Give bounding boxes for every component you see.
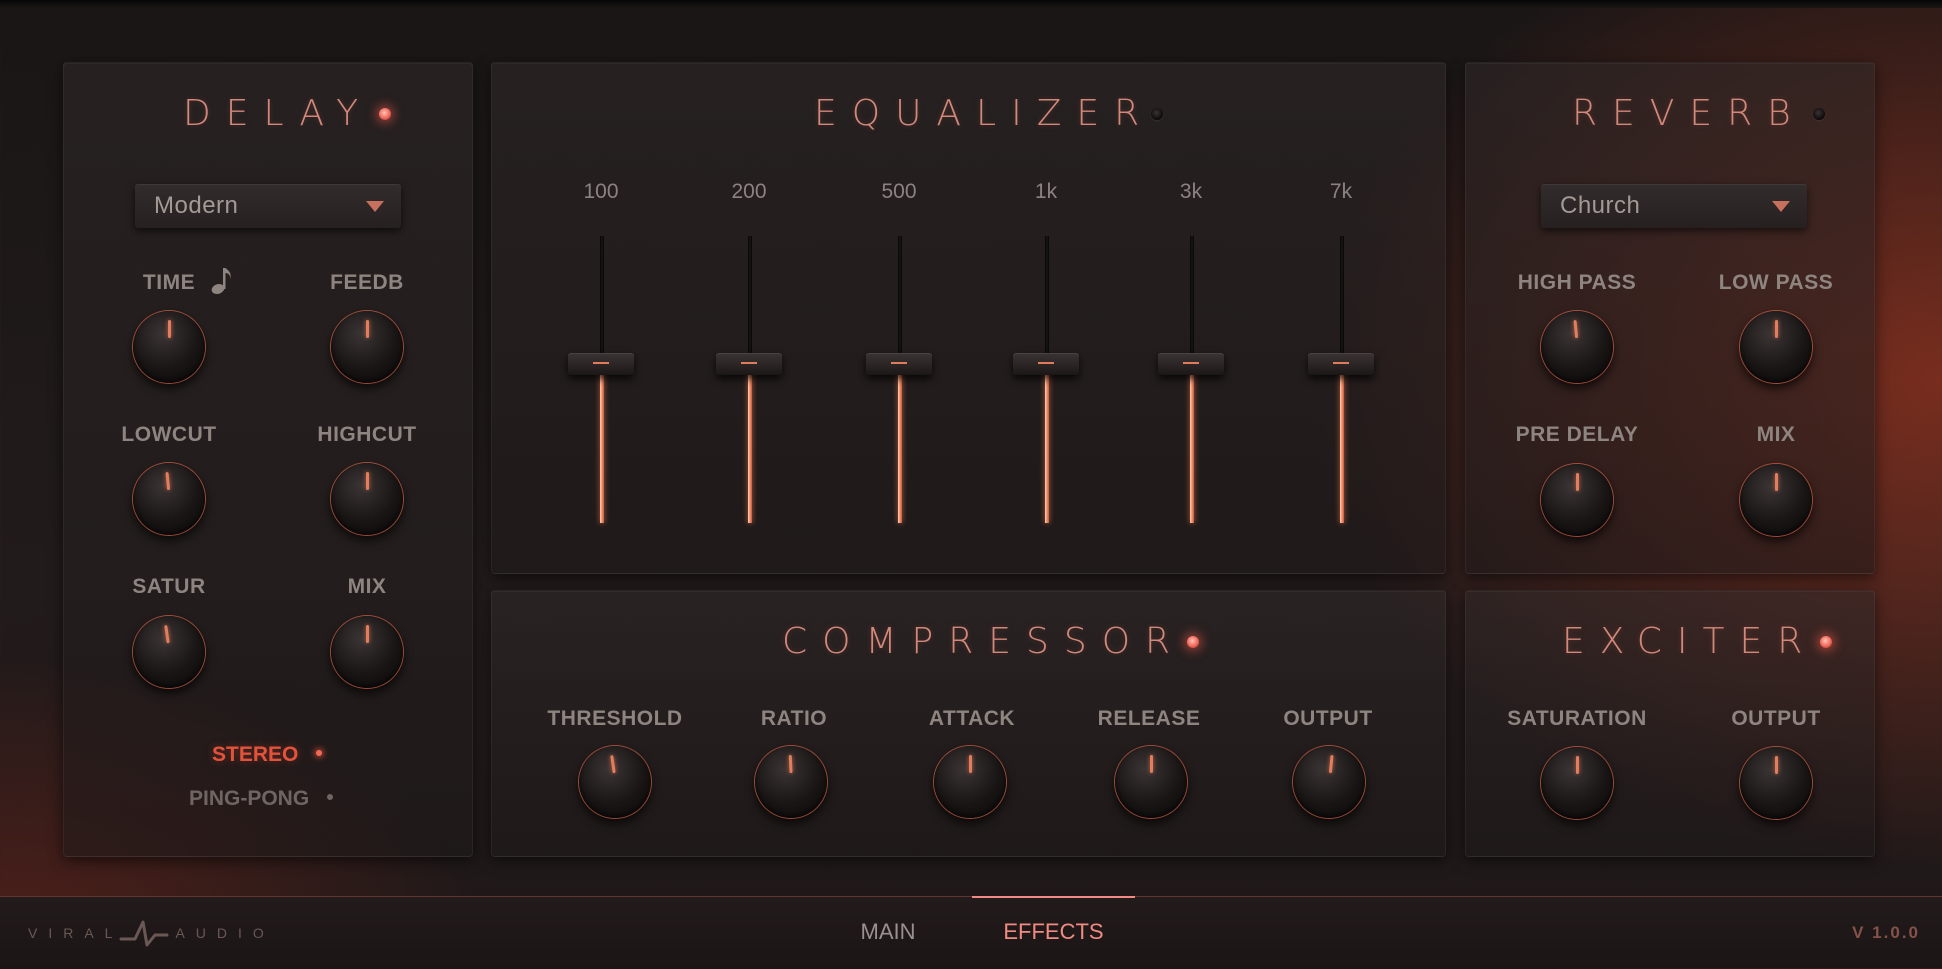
eq-fader-3k[interactable]	[1152, 231, 1232, 531]
eq-band-label: 100	[583, 180, 619, 203]
fader-handle[interactable]	[716, 353, 782, 375]
exciter-output-knob[interactable]	[1740, 747, 1812, 819]
compressor-release-knob[interactable]	[1115, 746, 1187, 818]
compressor-release-label: RELEASE	[1097, 707, 1201, 730]
compressor-panel: COMPRESSOR THRESHOLD RATIO ATTACK RELEAS…	[491, 590, 1446, 857]
reverb-panel: REVERB Church HIGH PASS LOW PASS PRE DEL…	[1465, 62, 1875, 574]
delay-mix-knob[interactable]	[331, 616, 403, 688]
brand-logo: VIRAL AUDIO	[28, 918, 275, 948]
compressor-title: COMPRESSOR	[782, 621, 1186, 662]
exciter-power-led[interactable]	[1820, 636, 1832, 648]
delay-highcut-knob[interactable]	[331, 463, 403, 535]
compressor-threshold-knob[interactable]	[579, 746, 651, 818]
logo-text-right: AUDIO	[175, 925, 275, 941]
reverb-predelay-label: PRE DELAY	[1515, 423, 1639, 446]
eq-band-label: 1k	[1034, 180, 1058, 203]
tab-effects-label: EFFECTS	[1003, 919, 1104, 944]
eq-fader-200[interactable]	[710, 231, 790, 531]
delay-time-knob[interactable]	[133, 311, 205, 383]
delay-feedb-label: FEEDB	[330, 271, 404, 294]
waveform-logo-icon	[119, 920, 169, 947]
stereo-label: STEREO	[212, 743, 299, 766]
fader-handle[interactable]	[1158, 353, 1224, 375]
eq-band-label: 7k	[1329, 180, 1353, 203]
compressor-power-led[interactable]	[1187, 636, 1199, 648]
triangle-down-icon	[1772, 201, 1790, 212]
music-note-icon[interactable]	[210, 265, 234, 295]
reverb-power-led[interactable]	[1813, 108, 1825, 120]
eq-fader-7k[interactable]	[1302, 231, 1382, 531]
exciter-panel: EXCITER SATURATION OUTPUT	[1465, 590, 1875, 857]
eq-band-label: 500	[881, 180, 917, 203]
delay-lowcut-knob[interactable]	[133, 463, 205, 535]
delay-panel: DELAY Modern TIME FEEDB LOWCUT HIGHCUT S…	[63, 62, 473, 857]
delay-highcut-label: HIGHCUT	[317, 423, 417, 446]
tab-effects[interactable]: EFFECTS	[972, 896, 1135, 969]
reverb-lowpass-knob[interactable]	[1740, 311, 1812, 383]
reverb-highpass-label: HIGH PASS	[1517, 271, 1637, 294]
reverb-preset-value: Church	[1560, 192, 1641, 219]
pingpong-mode-toggle[interactable]: PING-PONG	[189, 787, 334, 811]
pingpong-label: PING-PONG	[189, 787, 310, 810]
reverb-highpass-knob[interactable]	[1541, 311, 1613, 383]
compressor-ratio-knob[interactable]	[755, 746, 827, 818]
exciter-title: EXCITER	[1562, 621, 1818, 662]
stereo-indicator	[316, 750, 323, 757]
version-label: V 1.0.0	[1852, 923, 1920, 942]
stereo-mode-toggle[interactable]: STEREO	[212, 743, 323, 767]
eq-fader-100[interactable]	[562, 231, 642, 531]
equalizer-power-led[interactable]	[1151, 108, 1163, 120]
compressor-attack-label: ATTACK	[928, 707, 1016, 730]
fader-handle[interactable]	[1308, 353, 1374, 375]
equalizer-panel: EQUALIZER 100 200 500 1k 3k 7k	[491, 62, 1446, 574]
exciter-saturation-label: SATURATION	[1507, 707, 1647, 730]
compressor-threshold-label: THRESHOLD	[547, 707, 683, 730]
delay-preset-dropdown[interactable]: Modern	[135, 184, 401, 228]
fader-handle[interactable]	[1013, 353, 1079, 375]
compressor-ratio-label: RATIO	[760, 707, 828, 730]
delay-time-label: TIME	[142, 271, 196, 294]
reverb-preset-dropdown[interactable]: Church	[1541, 184, 1807, 228]
eq-band-label: 3k	[1179, 180, 1203, 203]
delay-power-led[interactable]	[379, 108, 391, 120]
tab-main[interactable]: MAIN	[838, 897, 938, 968]
logo-text-left: VIRAL	[28, 925, 124, 941]
reverb-mix-label: MIX	[1756, 423, 1796, 446]
eq-band-label: 200	[731, 180, 767, 203]
eq-fader-500[interactable]	[860, 231, 940, 531]
delay-satur-knob[interactable]	[133, 616, 205, 688]
compressor-output-knob[interactable]	[1293, 746, 1365, 818]
fader-handle[interactable]	[866, 353, 932, 375]
eq-fader-1k[interactable]	[1007, 231, 1087, 531]
tab-main-label: MAIN	[860, 919, 916, 944]
compressor-output-label: OUTPUT	[1283, 707, 1373, 730]
exciter-output-label: OUTPUT	[1731, 707, 1821, 730]
reverb-predelay-knob[interactable]	[1541, 464, 1613, 536]
delay-mix-label: MIX	[347, 575, 387, 598]
pingpong-indicator	[327, 794, 334, 801]
delay-lowcut-label: LOWCUT	[121, 423, 217, 446]
bottom-bar: MAIN EFFECTS	[0, 896, 1942, 968]
reverb-mix-knob[interactable]	[1740, 464, 1812, 536]
reverb-lowpass-label: LOW PASS	[1718, 271, 1834, 294]
fader-handle[interactable]	[568, 353, 634, 375]
compressor-attack-knob[interactable]	[934, 746, 1006, 818]
delay-feedb-knob[interactable]	[331, 311, 403, 383]
delay-preset-value: Modern	[154, 192, 239, 219]
delay-satur-label: SATUR	[132, 575, 206, 598]
exciter-saturation-knob[interactable]	[1541, 747, 1613, 819]
equalizer-title: EQUALIZER	[814, 93, 1155, 134]
triangle-down-icon	[366, 201, 384, 212]
delay-title: DELAY	[183, 93, 374, 134]
reverb-title: REVERB	[1572, 93, 1806, 134]
top-edge	[0, 0, 1942, 8]
